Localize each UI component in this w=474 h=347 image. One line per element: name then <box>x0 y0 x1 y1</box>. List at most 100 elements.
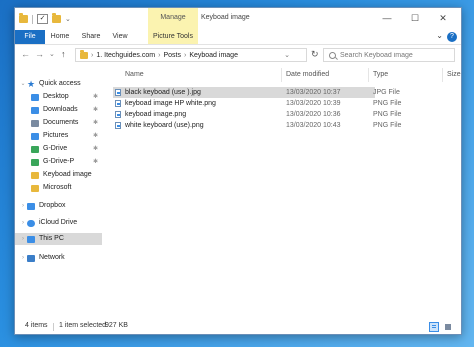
sidebar-item-downloads[interactable]: Downloads ✱ <box>15 104 102 116</box>
sidebar-item-dropbox[interactable]: › Dropbox <box>15 200 102 212</box>
new-folder-icon[interactable] <box>52 13 61 23</box>
tab-picture-tools[interactable]: Picture Tools <box>148 30 198 44</box>
sidebar-item-network[interactable]: › Network <box>15 252 102 264</box>
column-divider[interactable] <box>368 68 369 82</box>
download-icon <box>31 106 39 114</box>
properties-icon[interactable]: ✓ <box>37 14 48 24</box>
file-date: 13/03/2020 10:36 <box>286 111 341 118</box>
column-header-size[interactable]: Size <box>447 68 461 82</box>
item-count: 4 items <box>25 322 48 329</box>
sidebar-item-label: Pictures <box>43 132 69 139</box>
image-file-icon <box>115 100 121 107</box>
sidebar-item-keyboad-image[interactable]: Keyboad image <box>15 169 102 181</box>
sidebar-item-pictures[interactable]: Pictures ✱ <box>15 130 102 142</box>
column-divider[interactable] <box>281 68 282 82</box>
title-bar[interactable]: ✓ ⌄ Manage Keyboad image — ☐ ✕ <box>15 8 461 30</box>
file-date: 13/03/2020 10:39 <box>286 100 341 107</box>
chevron-right-icon[interactable]: › <box>19 233 27 245</box>
toolbar-divider <box>32 14 33 24</box>
sidebar-item-this-pc[interactable]: › This PC <box>15 233 102 245</box>
column-header-type[interactable]: Type <box>373 68 388 82</box>
chevron-down-icon[interactable]: ⌄ <box>19 78 27 90</box>
sidebar-item-icloud-drive[interactable]: › iCloud Drive <box>15 217 102 229</box>
customize-toolbar-icon[interactable]: ⌄ <box>65 15 71 23</box>
selection-size: 927 KB <box>105 322 128 329</box>
help-icon[interactable]: ? <box>447 32 457 42</box>
status-divider <box>53 323 54 331</box>
folder-icon[interactable] <box>19 13 28 23</box>
tab-view[interactable]: View <box>109 30 131 44</box>
sidebar-item-label: iCloud Drive <box>39 219 78 226</box>
tab-home[interactable]: Home <box>49 30 71 44</box>
table-row[interactable]: keyboad image.png 13/03/2020 10:36 PNG F… <box>113 109 401 120</box>
drive-icon <box>31 145 39 153</box>
large-icons-view-icon[interactable] <box>443 322 453 332</box>
chevron-right-icon[interactable]: › <box>19 200 27 212</box>
file-type: PNG File <box>373 122 402 129</box>
sidebar-item-label: G-Drive-P <box>43 158 75 165</box>
column-header-name[interactable]: Name <box>125 68 144 82</box>
sidebar-item-g-drive-p[interactable]: G-Drive-P ✱ <box>15 156 102 168</box>
manage-context-tab[interactable]: Manage <box>148 8 198 30</box>
search-icon <box>329 51 336 59</box>
file-type: JPG File <box>373 89 400 96</box>
breadcrumb-itechguides[interactable]: 1. Itechguides.com <box>96 52 155 59</box>
sidebar-item-documents[interactable]: Documents ✱ <box>15 117 102 129</box>
navigation-bar: ← → ⌄ ↑ › 1. Itechguides.com › Posts › K… <box>15 45 461 67</box>
cloud-icon <box>27 219 35 227</box>
ribbon-tabs: File Home Share View Picture Tools ⌄ ? <box>15 30 461 45</box>
manage-label: Manage <box>160 14 186 21</box>
sidebar-item-label: Network <box>39 254 65 261</box>
file-explorer-window: ✓ ⌄ Manage Keyboad image — ☐ ✕ File Home… <box>14 7 462 335</box>
address-bar[interactable]: › 1. Itechguides.com › Posts › Keyboad i… <box>75 48 307 62</box>
column-header-date-modified[interactable]: Date modified <box>286 68 329 82</box>
folder-icon <box>31 171 39 179</box>
status-bar: 4 items 1 item selected 927 KB <box>15 320 461 334</box>
pin-icon: ✱ <box>92 159 98 165</box>
file-date: 13/03/2020 10:37 <box>286 89 341 96</box>
folder-icon <box>80 49 88 59</box>
tab-file[interactable]: File <box>15 30 45 44</box>
drive-icon <box>31 158 39 166</box>
chevron-right-icon[interactable]: › <box>19 217 27 229</box>
file-list: Name Date modified Type Size black keybo… <box>103 68 461 320</box>
table-row[interactable]: keyboad image HP white.png 13/03/2020 10… <box>113 98 401 109</box>
minimize-button[interactable]: — <box>373 11 401 25</box>
breadcrumb-separator: › <box>91 51 94 59</box>
table-row[interactable]: white keyboard (use).png 13/03/2020 10:4… <box>113 120 401 131</box>
column-divider[interactable] <box>442 68 443 82</box>
maximize-button[interactable]: ☐ <box>401 11 429 25</box>
sidebar-item-label: Quick access <box>39 80 81 87</box>
search-input[interactable] <box>340 51 445 59</box>
file-type: PNG File <box>373 100 402 107</box>
file-name: keyboad image HP white.png <box>125 100 216 107</box>
back-button[interactable]: ← <box>21 49 30 59</box>
chevron-right-icon[interactable]: › <box>19 252 27 264</box>
search-box[interactable] <box>323 48 455 62</box>
collapse-ribbon-icon[interactable]: ⌄ <box>436 31 443 40</box>
sidebar-item-label: G-Drive <box>43 145 68 152</box>
sidebar-item-microsoft[interactable]: Microsoft <box>15 182 102 194</box>
sidebar-item-g-drive[interactable]: G-Drive ✱ <box>15 143 102 155</box>
breadcrumb-keyboad-image[interactable]: Keyboad image <box>189 52 238 59</box>
navigation-pane: ⌄ ★ Quick access Desktop ✱ Downloads ✱ D… <box>15 68 102 320</box>
sidebar-item-label: This PC <box>39 235 64 242</box>
up-button[interactable]: ↑ <box>61 49 66 59</box>
forward-button[interactable]: → <box>35 49 44 59</box>
breadcrumb-posts[interactable]: Posts <box>163 52 181 59</box>
address-dropdown-icon[interactable]: ⌄ <box>284 51 290 59</box>
table-row[interactable]: black keyboad (use ).jpg 13/03/2020 10:3… <box>113 87 400 98</box>
computer-icon <box>27 235 35 243</box>
quick-access-toolbar: ✓ ⌄ <box>19 13 71 24</box>
sidebar-item-quick-access[interactable]: ⌄ ★ Quick access <box>15 78 102 90</box>
tab-share[interactable]: Share <box>79 30 103 44</box>
documents-icon <box>31 119 39 127</box>
refresh-button[interactable]: ↻ <box>311 49 319 60</box>
details-view-icon[interactable] <box>429 322 439 332</box>
breadcrumb-separator: › <box>183 51 187 59</box>
close-button[interactable]: ✕ <box>429 11 457 25</box>
recent-locations-button[interactable]: ⌄ <box>49 50 55 58</box>
sidebar-item-label: Downloads <box>43 106 78 113</box>
sidebar-item-desktop[interactable]: Desktop ✱ <box>15 91 102 103</box>
file-type: PNG File <box>373 111 402 118</box>
